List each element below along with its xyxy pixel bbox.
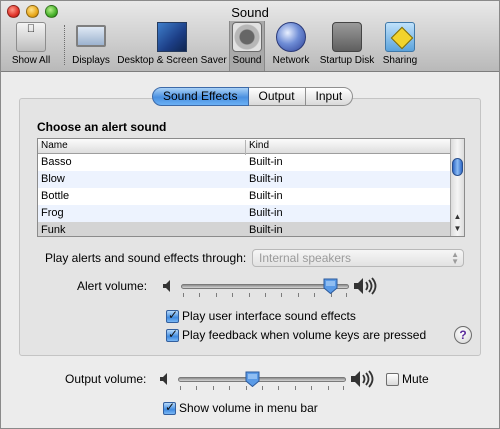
- tab-sound-effects[interactable]: Sound Effects: [152, 87, 249, 106]
- speaker-high-icon: [351, 370, 374, 388]
- toolbar-show-all[interactable]: Show All: [5, 22, 57, 68]
- toolbar-separator: [64, 25, 65, 65]
- sound-kind: Built-in: [249, 156, 283, 168]
- speaker-icon: [232, 22, 262, 52]
- list-item[interactable]: Frog Built-in: [38, 205, 451, 222]
- toolbar-startup-disk[interactable]: Startup Disk: [316, 22, 378, 68]
- alert-sound-list[interactable]: Name Kind Basso Built-in Blow Built-in B…: [37, 138, 465, 237]
- sound-kind: Built-in: [249, 173, 283, 185]
- tab-input[interactable]: Input: [305, 87, 354, 106]
- column-header-name[interactable]: Name: [41, 140, 68, 151]
- ui-sounds-label[interactable]: Play user interface sound effects: [182, 309, 356, 323]
- toolbar-label: Displays: [72, 55, 110, 66]
- list-item[interactable]: Blow Built-in: [38, 171, 451, 188]
- alert-volume-label: Alert volume:: [77, 279, 148, 293]
- show-volume-checkbox[interactable]: [163, 400, 176, 415]
- output-volume-label: Output volume:: [65, 372, 147, 386]
- help-button[interactable]: ?: [454, 326, 472, 344]
- sound-kind: Built-in: [249, 207, 283, 219]
- toolbar: Show All Displays Desktop & Screen Saver…: [1, 21, 499, 71]
- output-device-select[interactable]: Internal speakers ▲ ▼: [252, 249, 464, 267]
- slider-ticks: [180, 386, 344, 391]
- list-item[interactable]: Bottle Built-in: [38, 188, 451, 205]
- sound-kind: Built-in: [249, 190, 283, 202]
- toolbar-label: Network: [272, 55, 310, 66]
- sound-name: Frog: [41, 207, 64, 219]
- list-header: Name Kind: [38, 139, 451, 155]
- ui-sounds-checkbox[interactable]: [166, 308, 179, 323]
- display-icon: [76, 25, 106, 47]
- slider-track: [178, 377, 346, 382]
- toolbar-label: Desktop & Screen Saver: [117, 55, 227, 66]
- window-title: Sound: [231, 5, 269, 20]
- sharing-icon: [385, 22, 415, 52]
- slider-knob[interactable]: [323, 278, 338, 294]
- play-through-label: Play alerts and sound effects through:: [45, 251, 247, 265]
- desktop-icon: [157, 22, 187, 52]
- globe-icon: [276, 22, 306, 52]
- updown-arrows-icon: ▲ ▼: [451, 250, 459, 266]
- speaker-low-icon: [163, 280, 170, 292]
- speaker-high-icon: [354, 277, 377, 295]
- scroll-up-arrow-icon[interactable]: ▲: [453, 212, 462, 221]
- mute-checkbox[interactable]: [386, 373, 399, 386]
- disk-icon: [332, 22, 362, 52]
- output-device-value: Internal speakers: [259, 251, 352, 265]
- toolbar-label: Sound: [232, 55, 262, 66]
- toolbar-area: Sound Show All Displays Desktop & Screen…: [1, 1, 499, 72]
- apple-icon: [16, 22, 46, 52]
- alert-sound-heading: Choose an alert sound: [37, 120, 167, 134]
- sound-name: Funk: [41, 224, 66, 236]
- feedback-checkbox[interactable]: [166, 327, 179, 342]
- scroll-down-arrow-icon[interactable]: ▼: [453, 224, 462, 233]
- mute-label[interactable]: Mute: [402, 372, 429, 386]
- tab-output[interactable]: Output: [248, 87, 306, 106]
- sound-name: Basso: [41, 156, 72, 168]
- toolbar-sharing[interactable]: Sharing: [379, 22, 421, 68]
- sound-preferences-window: Sound Show All Displays Desktop & Screen…: [0, 0, 500, 429]
- list-item-selected[interactable]: Funk Built-in: [38, 222, 451, 236]
- toolbar-label: Show All: [11, 55, 51, 66]
- sound-name: Blow: [41, 173, 65, 185]
- toolbar-label: Startup Disk: [319, 55, 375, 66]
- feedback-label[interactable]: Play feedback when volume keys are press…: [182, 328, 426, 342]
- sound-name: Bottle: [41, 190, 70, 202]
- toolbar-network[interactable]: Network: [269, 22, 313, 68]
- slider-knob[interactable]: [245, 371, 260, 387]
- speaker-low-icon: [160, 373, 167, 385]
- toolbar-desktop-screen-saver[interactable]: Desktop & Screen Saver: [116, 22, 228, 68]
- list-item[interactable]: Basso Built-in: [38, 154, 451, 171]
- column-divider: [245, 140, 246, 155]
- toolbar-label: Sharing: [382, 55, 418, 66]
- list-scrollbar[interactable]: ▲ ▼: [450, 139, 464, 236]
- toolbar-sound[interactable]: Sound: [229, 21, 265, 71]
- column-header-kind[interactable]: Kind: [249, 140, 269, 151]
- tab-bar: Sound Effects Output Input: [152, 87, 354, 107]
- sound-kind: Built-in: [249, 224, 283, 236]
- toolbar-displays[interactable]: Displays: [68, 22, 114, 68]
- show-volume-label[interactable]: Show volume in menu bar: [179, 401, 318, 415]
- title-bar: Sound: [1, 1, 499, 21]
- scrollbar-thumb[interactable]: [452, 158, 463, 176]
